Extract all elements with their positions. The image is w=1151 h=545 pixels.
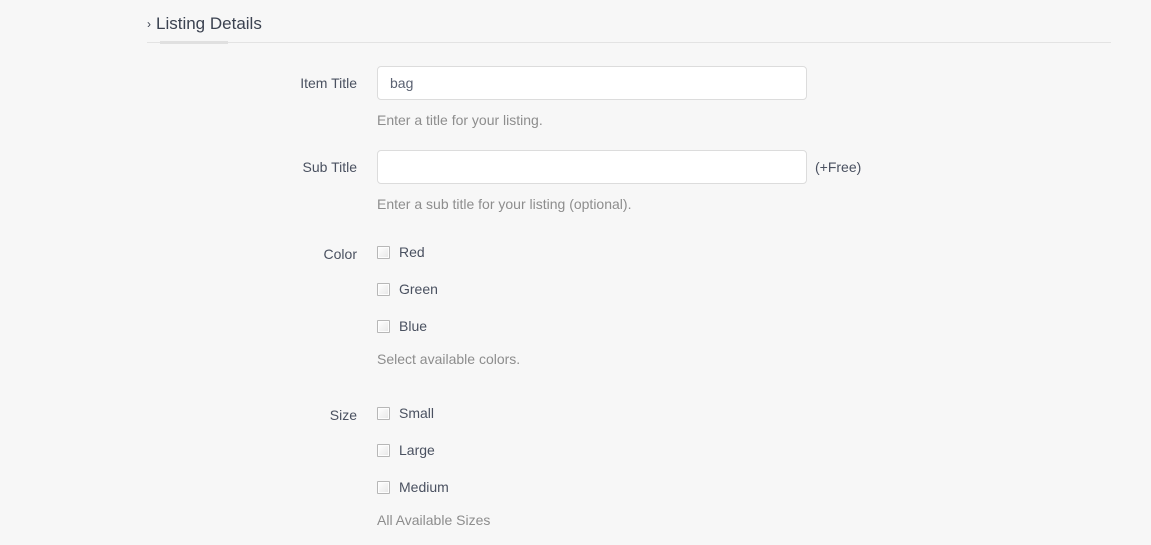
sub-title-input-line: (+Free) [377,150,1111,184]
item-title-input[interactable] [377,66,807,100]
checkbox-item[interactable]: Green [377,279,1111,299]
item-title-input-line [377,66,1111,100]
checkbox-icon[interactable] [377,246,390,259]
checkbox-icon[interactable] [377,320,390,333]
checkbox-label: Red [399,243,425,261]
field-row-sub-title: Sub Title (+Free) Enter a sub title for … [147,150,1111,213]
size-checkbox-list: Small Large Medium [377,401,1111,497]
checkbox-icon[interactable] [377,481,390,494]
checkbox-item[interactable]: Blue [377,316,1111,336]
checkbox-item[interactable]: Red [377,242,1111,262]
color-label: Color [147,240,377,264]
field-row-size: Size Small Large Medium All Available Si… [147,401,1111,529]
item-title-label: Item Title [147,66,377,93]
sub-title-control: (+Free) Enter a sub title for your listi… [377,150,1111,213]
header-divider [147,42,1111,43]
field-row-color: Color Red Green Blue Select available co… [147,240,1111,368]
color-checkbox-list: Red Green Blue [377,240,1111,336]
checkbox-icon[interactable] [377,444,390,457]
color-help: Select available colors. [377,350,1111,368]
checkbox-icon[interactable] [377,407,390,420]
field-row-item-title: Item Title Enter a title for your listin… [147,66,1111,129]
header-divider-accent [160,41,228,44]
checkbox-item[interactable]: Small [377,403,1111,423]
sub-title-input[interactable] [377,150,807,184]
listing-details-page: › Listing Details Item Title Enter a tit… [0,0,1151,545]
sub-title-suffix: (+Free) [815,157,861,177]
sub-title-help: Enter a sub title for your listing (opti… [377,195,1111,213]
item-title-control: Enter a title for your listing. [377,66,1111,129]
section-header-title: › Listing Details [147,14,262,35]
sub-title-label: Sub Title [147,150,377,177]
color-control: Red Green Blue Select available colors. [377,240,1111,368]
checkbox-icon[interactable] [377,283,390,296]
checkbox-label: Green [399,280,438,298]
checkbox-item[interactable]: Large [377,440,1111,460]
page-title: Listing Details [156,14,262,34]
size-control: Small Large Medium All Available Sizes [377,401,1111,529]
checkbox-label: Large [399,441,435,459]
chevron-right-icon[interactable]: › [147,14,151,34]
size-label: Size [147,401,377,425]
checkbox-item[interactable]: Medium [377,477,1111,497]
section-header[interactable]: › Listing Details [147,14,1111,43]
checkbox-label: Blue [399,317,427,335]
checkbox-label: Small [399,404,434,422]
size-help: All Available Sizes [377,511,1111,529]
item-title-help: Enter a title for your listing. [377,111,1111,129]
checkbox-label: Medium [399,478,449,496]
